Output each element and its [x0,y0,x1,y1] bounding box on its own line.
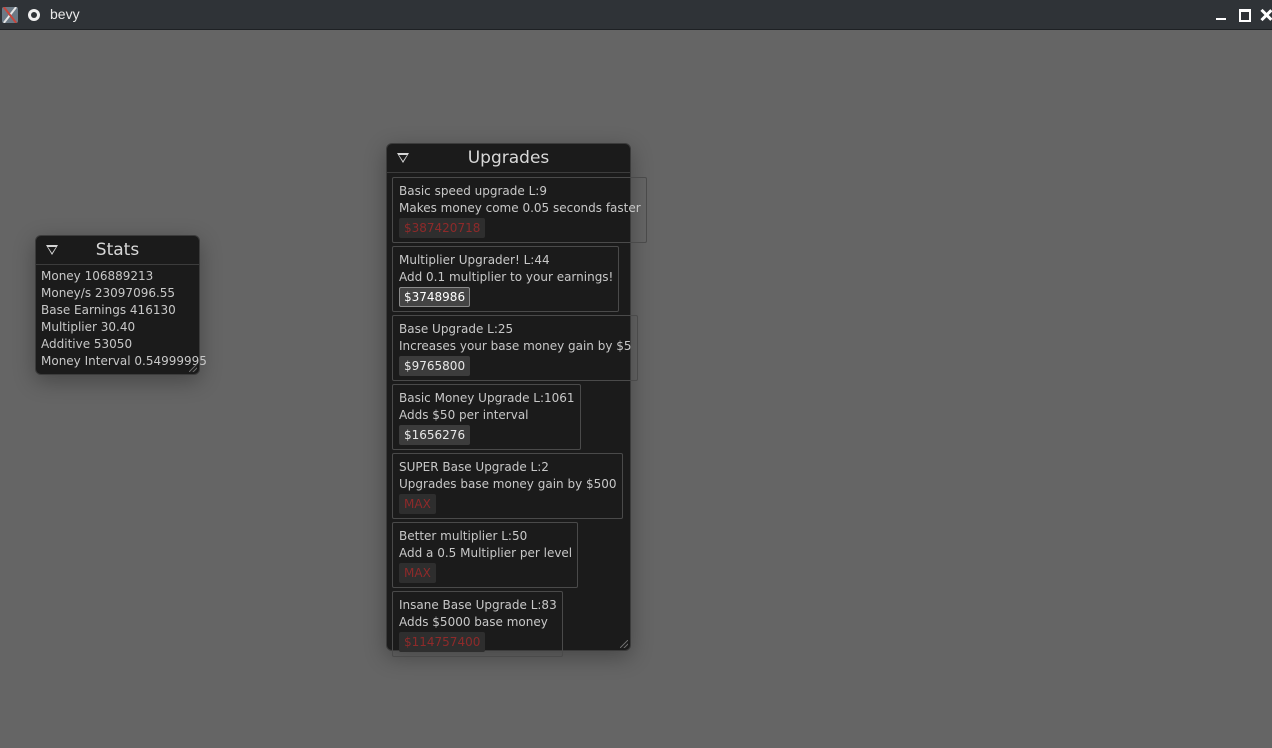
upgrades-window[interactable]: Upgrades Basic speed upgrade L:9 Makes m… [386,143,647,657]
window-title: bevy [50,6,80,22]
stats-window-header[interactable]: Stats [36,236,199,265]
upgrade-name: Base Upgrade L:25 [399,322,514,336]
stat-additive: Additive 53050 [41,337,133,351]
stat-multiplier: Multiplier 30.40 [41,320,136,334]
window-titlebar: bevy [0,0,1272,30]
stat-money-per-second: Money/s 23097096.55 [41,286,176,300]
upgrade-card-multiplier-upgrader: Multiplier Upgrader! L:44 Add 0.1 multip… [392,246,620,312]
stats-window[interactable]: Stats Money 106889213 Money/s 23097096.5… [35,235,207,375]
maximize-icon[interactable] [1238,8,1252,22]
close-icon[interactable] [1259,8,1272,22]
app-menu-icon[interactable] [2,7,18,23]
buy-upgrade-button[interactable]: $387420718 [399,218,486,238]
buy-upgrade-button[interactable]: $3748986 [399,287,471,307]
upgrade-description: Increases your base money gain by $5 [399,339,632,353]
upgrade-list: Basic speed upgrade L:9 Makes money come… [387,173,647,660]
resize-grip-icon[interactable] [620,640,628,648]
upgrade-name: SUPER Base Upgrade L:2 [399,460,549,474]
upgrade-name: Better multiplier L:50 [399,529,528,543]
upgrade-name: Insane Base Upgrade L:83 [399,598,557,612]
upgrades-window-header[interactable]: Upgrades [387,144,630,173]
upgrades-window-title: Upgrades [467,148,550,168]
upgrade-description: Adds $5000 base money [399,615,548,629]
upgrade-card-base-upgrade: Base Upgrade L:25 Increases your base mo… [392,315,638,381]
minimize-icon[interactable] [1214,8,1228,22]
stats-list: Money 106889213 Money/s 23097096.55 Base… [36,265,207,370]
upgrade-description: Upgrades base money gain by $500 [399,477,617,491]
bevy-logo-icon [28,9,40,21]
upgrade-description: Add a 0.5 Multiplier per level [399,546,573,560]
stat-base-earnings: Base Earnings 416130 [41,303,176,317]
upgrade-card-better-multiplier: Better multiplier L:50 Add a 0.5 Multipl… [392,522,579,588]
upgrade-card-basic-money: Basic Money Upgrade L:1061 Adds $50 per … [392,384,581,450]
upgrade-name: Multiplier Upgrader! L:44 [399,253,550,267]
stat-money-interval: Money Interval 0.54999995 [41,354,207,368]
buy-upgrade-button[interactable]: $1656276 [399,425,471,445]
upgrade-description: Adds $50 per interval [399,408,529,422]
buy-upgrade-button[interactable]: MAX [399,563,436,583]
upgrade-card-basic-speed: Basic speed upgrade L:9 Makes money come… [392,177,647,243]
stat-money: Money 106889213 [41,269,154,283]
buy-upgrade-button[interactable]: $9765800 [399,356,471,376]
resize-grip-icon[interactable] [189,364,197,372]
stats-window-title: Stats [95,240,140,260]
upgrade-description: Makes money come 0.05 seconds faster [399,201,641,215]
upgrade-name: Basic Money Upgrade L:1061 [399,391,575,405]
upgrade-description: Add 0.1 multiplier to your earnings! [399,270,614,284]
upgrade-card-insane-base: Insane Base Upgrade L:83 Adds $5000 base… [392,591,563,657]
buy-upgrade-button[interactable]: MAX [399,494,436,514]
upgrade-card-super-base: SUPER Base Upgrade L:2 Upgrades base mon… [392,453,623,519]
upgrade-name: Basic speed upgrade L:9 [399,184,547,198]
buy-upgrade-button[interactable]: $114757400 [399,632,486,652]
